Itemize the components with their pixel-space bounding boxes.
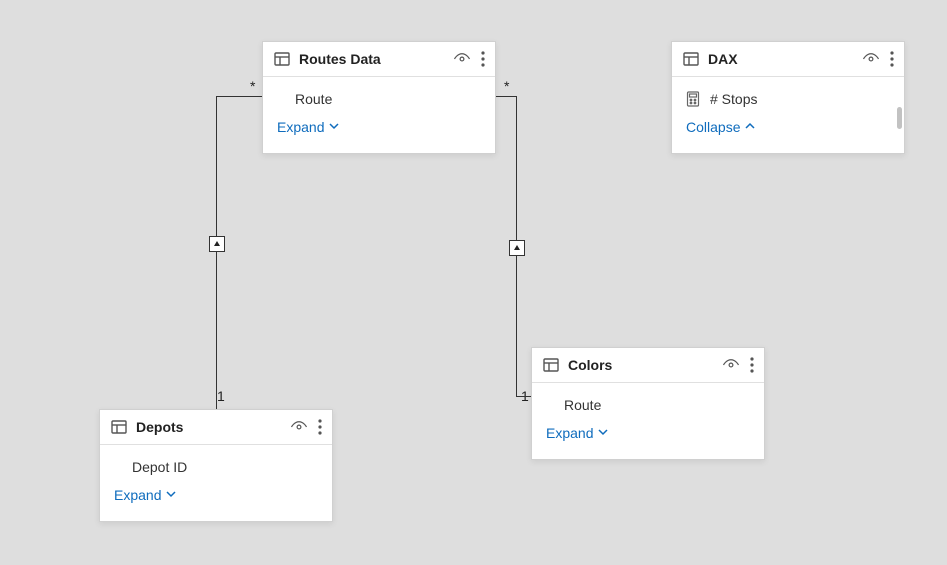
scrollbar-thumb[interactable]	[897, 107, 902, 129]
cardinality-many: *	[504, 78, 509, 94]
expand-label: Expand	[114, 487, 161, 503]
more-options-icon[interactable]	[750, 357, 754, 373]
expand-label: Expand	[277, 119, 324, 135]
expand-toggle[interactable]: Expand	[100, 481, 332, 513]
relationship-line	[216, 96, 262, 97]
table-card-dax[interactable]: DAX	[671, 41, 905, 154]
table-icon	[542, 356, 560, 374]
table-card-routes-data[interactable]: Routes Data Route Expand	[262, 41, 496, 154]
table-card-depots[interactable]: Depots Depot ID Expand	[99, 409, 333, 522]
expand-label: Expand	[546, 425, 593, 441]
table-icon	[110, 418, 128, 436]
table-field[interactable]: Route	[263, 85, 495, 113]
visibility-icon[interactable]	[453, 50, 471, 68]
table-icon	[273, 50, 291, 68]
relationship-line	[516, 346, 517, 396]
visibility-icon[interactable]	[722, 356, 740, 374]
measure-icon	[686, 91, 700, 107]
table-field[interactable]: Depot ID	[100, 453, 332, 481]
more-options-icon[interactable]	[890, 51, 894, 67]
table-title: Routes Data	[299, 51, 453, 67]
relationship-line	[516, 396, 532, 397]
chevron-down-icon	[165, 487, 177, 503]
expand-toggle[interactable]: Expand	[263, 113, 495, 145]
expand-toggle[interactable]: Expand	[532, 419, 764, 451]
table-card-body: Route Expand	[532, 383, 764, 459]
table-card-body: # Stops Collapse	[672, 77, 904, 153]
table-card-body: Route Expand	[263, 77, 495, 153]
cardinality-one: 1	[217, 388, 225, 404]
cardinality-many: *	[250, 78, 255, 94]
table-card-header[interactable]: Depots	[100, 410, 332, 445]
model-view-canvas[interactable]: * 1 * 1 Routes Data	[0, 0, 947, 565]
relationship-line	[516, 96, 517, 346]
table-card-header[interactable]: Colors	[532, 348, 764, 383]
collapse-label: Collapse	[686, 119, 740, 135]
table-title: Depots	[136, 419, 290, 435]
table-card-header[interactable]: DAX	[672, 42, 904, 77]
table-field[interactable]: Route	[532, 391, 764, 419]
more-options-icon[interactable]	[481, 51, 485, 67]
chevron-up-icon	[744, 119, 756, 135]
filter-direction-icon	[509, 240, 525, 256]
relationship-line	[216, 96, 217, 460]
visibility-icon[interactable]	[862, 50, 880, 68]
more-options-icon[interactable]	[318, 419, 322, 435]
table-card-colors[interactable]: Colors Route Expand	[531, 347, 765, 460]
relationship-line	[496, 96, 516, 97]
visibility-icon[interactable]	[290, 418, 308, 436]
table-icon	[682, 50, 700, 68]
table-title: DAX	[708, 51, 862, 67]
collapse-toggle[interactable]: Collapse	[672, 113, 904, 145]
table-title: Colors	[568, 357, 722, 373]
table-card-body: Depot ID Expand	[100, 445, 332, 521]
table-field[interactable]: # Stops	[672, 85, 904, 113]
chevron-down-icon	[328, 119, 340, 135]
table-card-header[interactable]: Routes Data	[263, 42, 495, 77]
chevron-down-icon	[597, 425, 609, 441]
filter-direction-icon	[209, 236, 225, 252]
field-label: # Stops	[710, 91, 757, 107]
